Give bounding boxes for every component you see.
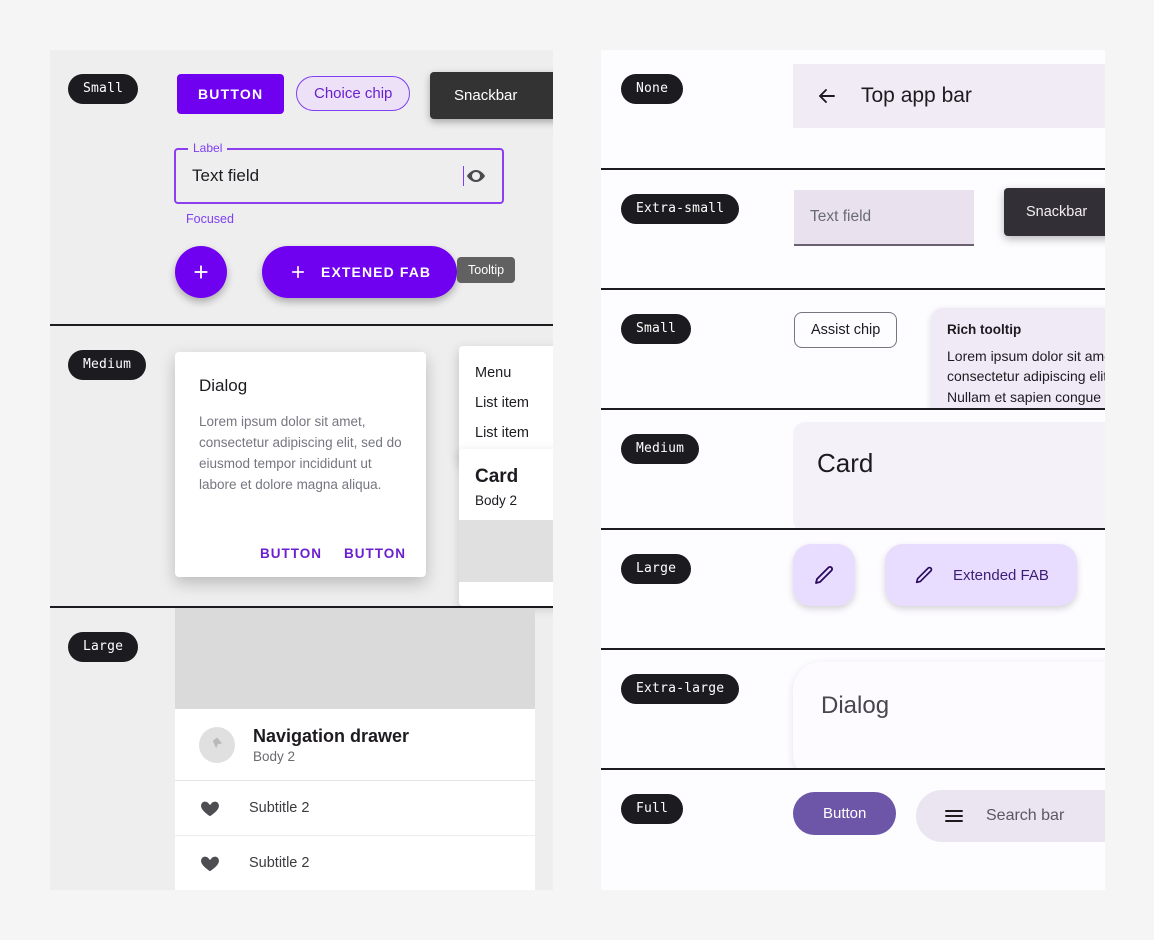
arrow-left-icon[interactable] [815, 84, 839, 108]
shape-badge-large: Large [68, 632, 139, 662]
shape-badge-extra-large: Extra-large [621, 674, 740, 704]
heart-icon [199, 797, 221, 819]
dialog-action-1[interactable]: BUTTON [260, 546, 322, 561]
m2-button[interactable]: BUTTON [177, 74, 285, 114]
extended-fab-label: EXTENED FAB [321, 264, 432, 280]
m2-extended-fab[interactable]: EXTENED FAB [262, 246, 458, 298]
tooltip: Tooltip [457, 257, 516, 283]
drawer-list-item[interactable]: Subtitle 2 [175, 781, 535, 836]
card-title: Card [475, 466, 519, 487]
visibility-eye-icon[interactable] [464, 164, 488, 188]
account-avatar-icon [199, 727, 235, 763]
navigation-drawer: Navigation drawer Body 2 Subtitle 2 Subt… [175, 608, 535, 890]
text-field-label: Label [188, 141, 228, 155]
m2-fab[interactable] [175, 246, 227, 298]
dialog-title: Dialog [821, 692, 890, 719]
left-section-small: Small BUTTON Choice chip Snackbar Label … [50, 50, 553, 324]
heart-icon [199, 852, 221, 874]
card-subtitle: Body 2 [475, 493, 518, 508]
m2-menu[interactable]: Menu List item List item [459, 346, 553, 462]
card-media-placeholder [459, 520, 553, 582]
m3-extended-fab[interactable]: Extended FAB [885, 544, 1077, 606]
drawer-item-label: Subtitle 2 [249, 800, 310, 816]
left-section-medium: Medium Dialog Lorem ipsum dolor sit amet… [50, 326, 553, 606]
drawer-item-label: Subtitle 2 [249, 855, 310, 871]
plus-icon [190, 261, 212, 283]
hamburger-menu-icon[interactable] [942, 804, 966, 828]
text-field-outline[interactable]: Label Text field [174, 141, 504, 204]
text-field-value: Text field [192, 166, 260, 185]
shape-scale-comparison: Small BUTTON Choice chip Snackbar Label … [0, 0, 1154, 940]
m2-snackbar: Snackbar [430, 72, 553, 119]
drawer-list-item[interactable]: Subtitle 2 [175, 836, 535, 890]
menu-title: Menu [475, 365, 512, 381]
rich-tooltip-title: Rich tooltip [947, 322, 1022, 337]
app-bar-title: Top app bar [861, 84, 972, 107]
dialog-actions: BUTTON BUTTON [260, 546, 406, 561]
m3-filled-button[interactable]: Button [793, 792, 897, 835]
shape-badge-none: None [621, 74, 684, 104]
plus-icon [288, 262, 308, 282]
right-section-large: Large Extended FAB [601, 530, 1105, 650]
drawer-header: Navigation drawer Body 2 [175, 709, 535, 781]
m2-card[interactable]: Card Body 2 [459, 449, 553, 606]
search-bar[interactable]: Search bar [916, 790, 1105, 842]
menu-item[interactable]: List item [459, 418, 553, 448]
m3-snackbar: Snackbar [1004, 188, 1105, 236]
m3-filled-text-field[interactable]: Text field [794, 190, 974, 246]
shape-badge-full: Full [621, 794, 684, 824]
right-section-extra-small: Extra-small Text field Snackbar [601, 170, 1105, 290]
left-section-large: Large Navigation drawer Body 2 Subtitle … [50, 608, 553, 890]
left-panel-m2-shapes: Small BUTTON Choice chip Snackbar Label … [50, 50, 553, 890]
dialog-title: Dialog [199, 376, 248, 395]
card-body: Card Body 2 [459, 449, 553, 520]
drawer-title: Navigation drawer [253, 726, 410, 746]
drawer-hero-placeholder [175, 608, 535, 709]
extended-fab-label: Extended FAB [953, 566, 1049, 584]
assist-chip[interactable]: Assist chip [794, 312, 898, 348]
shape-badge-large: Large [621, 554, 692, 584]
top-app-bar: Top app bar [793, 64, 1105, 128]
shape-badge-medium: Medium [621, 434, 700, 464]
right-section-small: Small Assist chip Rich tooltip Lorem ips… [601, 290, 1105, 410]
snackbar-label: Snackbar [454, 87, 518, 104]
menu-item[interactable]: List item [459, 388, 553, 418]
pencil-edit-icon [812, 563, 836, 587]
right-section-full: Full Button Search bar [601, 770, 1105, 890]
m2-dialog: Dialog Lorem ipsum dolor sit amet, conse… [175, 352, 426, 577]
rich-tooltip-body: Lorem ipsum dolor sit amet, consectetur … [947, 348, 1105, 405]
m3-fab[interactable] [793, 544, 855, 606]
shape-badge-medium: Medium [68, 350, 147, 380]
m3-dialog: Dialog [793, 662, 1105, 768]
shape-badge-small: Small [68, 74, 139, 104]
shape-badge-extra-small: Extra-small [621, 194, 740, 224]
right-section-medium: Medium Card [601, 410, 1105, 530]
dialog-action-2[interactable]: BUTTON [344, 546, 406, 561]
pencil-edit-icon [913, 564, 935, 586]
right-section-none: None Top app bar [601, 50, 1105, 170]
choice-chip[interactable]: Choice chip [296, 76, 411, 111]
search-bar-placeholder: Search bar [986, 807, 1065, 824]
rich-tooltip: Rich tooltip Lorem ipsum dolor sit amet,… [931, 308, 1105, 408]
dialog-body: Lorem ipsum dolor sit amet, consectetur … [199, 414, 402, 492]
snackbar-label: Snackbar [1026, 204, 1088, 220]
shape-badge-small: Small [621, 314, 692, 344]
m3-card[interactable]: Card [793, 422, 1105, 528]
right-section-extra-large: Extra-large Dialog [601, 650, 1105, 770]
m2-text-field[interactable]: Label Text field Focused [174, 141, 504, 226]
card-title: Card [817, 448, 874, 478]
drawer-subtitle: Body 2 [253, 749, 296, 764]
right-panel-m3-shapes: None Top app bar Extra-small Text field [601, 50, 1105, 890]
text-field-helper: Focused [186, 212, 234, 226]
